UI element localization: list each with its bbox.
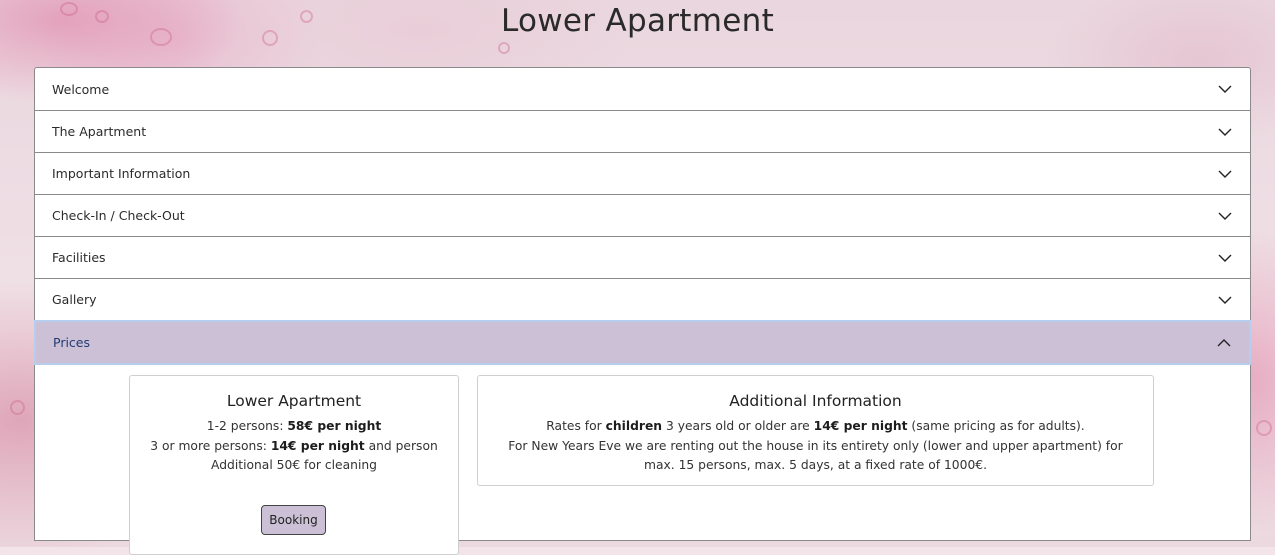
info-bold: children	[605, 419, 663, 433]
page-title: Lower Apartment	[500, 3, 775, 39]
price-text: 3 or more persons:	[150, 438, 271, 453]
card-title: Additional Information	[729, 392, 902, 410]
apartment-price-card: Lower Apartment 1-2 persons: 58€ per nig…	[129, 375, 459, 555]
accordion-label: Important Information	[52, 166, 191, 181]
chevron-down-icon	[1217, 250, 1233, 266]
price-text: and person	[364, 438, 438, 453]
additional-info-card: Additional Information Rates for childre…	[477, 375, 1154, 486]
chevron-down-icon	[1217, 81, 1233, 97]
accordion-header-check-in-check-out[interactable]: Check-In / Check-Out	[35, 195, 1250, 237]
chevron-down-icon	[1217, 166, 1233, 182]
accordion-header-gallery[interactable]: Gallery	[35, 279, 1250, 321]
accordion-label: Gallery	[52, 292, 97, 307]
accordion-label: Welcome	[52, 81, 110, 97]
price-line-two-persons: 1-2 persons: 58€ per night	[130, 417, 458, 437]
accordion-header-welcome[interactable]: Welcome	[35, 68, 1250, 111]
card-title: Lower Apartment	[226, 392, 362, 410]
accordion-label: Facilities	[52, 250, 106, 265]
accordion-label: The Apartment	[52, 124, 147, 139]
accordion: Welcome The Apartment Important Informat…	[34, 67, 1251, 555]
info-text: 3 years old or older are	[662, 419, 814, 433]
accordion-header-prices[interactable]: Prices	[34, 320, 1251, 365]
accordion-label: Check-In / Check-Out	[52, 208, 185, 223]
info-bold: 14€ per night	[813, 419, 908, 433]
accordion-header-facilities[interactable]: Facilities	[35, 237, 1250, 279]
accordion-label: Prices	[53, 335, 91, 350]
info-text: (same pricing as for adults).	[907, 419, 1085, 433]
price-amount: 14€ per night	[270, 438, 365, 453]
cleaning-fee-line: Additional 50€ for cleaning	[211, 458, 377, 473]
children-rate-line: Rates for children 3 years old or older …	[478, 417, 1153, 437]
price-amount: 58€ per night	[287, 419, 382, 433]
chevron-down-icon	[1217, 292, 1233, 308]
price-line-more-persons: 3 or more persons: 14€ per night and per…	[130, 437, 458, 457]
price-text: 1-2 persons:	[206, 419, 288, 433]
prices-panel: Lower Apartment 1-2 persons: 58€ per nig…	[35, 365, 1250, 555]
accordion-header-important-information[interactable]: Important Information	[35, 153, 1250, 195]
chevron-down-icon	[1217, 124, 1233, 140]
new-years-eve-line: For New Years Eve we are renting out the…	[508, 438, 1123, 473]
chevron-up-icon	[1216, 335, 1232, 351]
info-text: Rates for	[546, 419, 606, 433]
chevron-down-icon	[1217, 208, 1233, 224]
accordion-header-the-apartment[interactable]: The Apartment	[35, 111, 1250, 153]
booking-button[interactable]: Booking	[261, 505, 326, 535]
